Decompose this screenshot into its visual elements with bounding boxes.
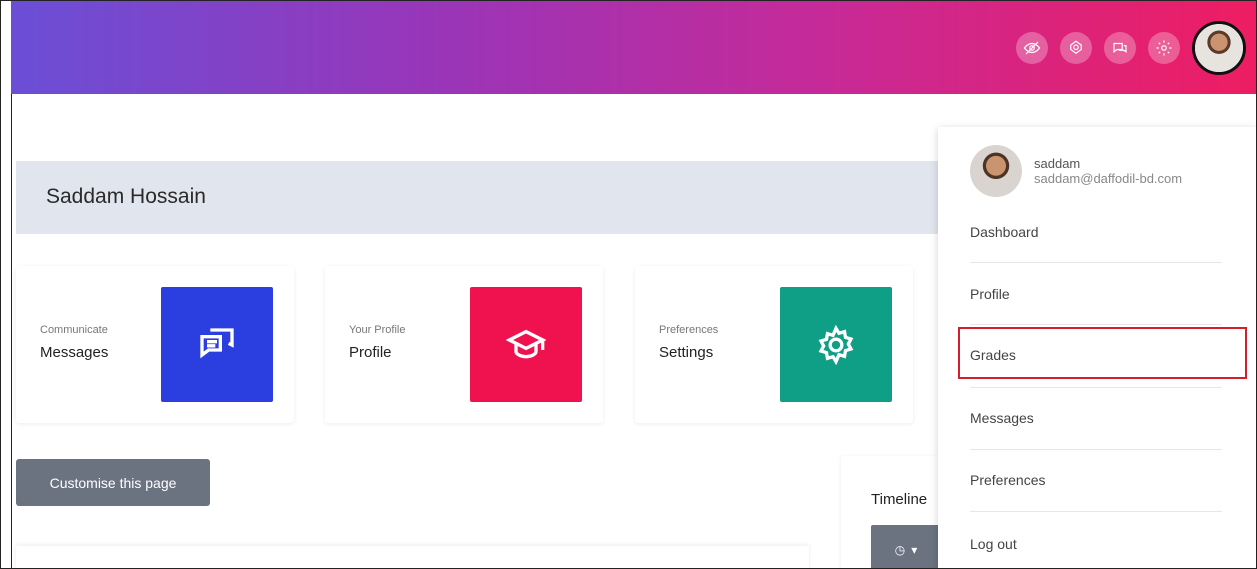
menu-item-profile[interactable]: Profile <box>970 286 1222 302</box>
timeline-title: Timeline <box>871 491 928 508</box>
grades-highlight-box <box>958 327 1247 379</box>
tile-messages[interactable]: Communicate Messages <box>16 266 294 423</box>
user-name: saddam <box>1034 156 1081 171</box>
settings-icon[interactable] <box>1148 32 1180 64</box>
tile-subtitle: Preferences <box>659 324 719 336</box>
menu-item-logout[interactable]: Log out <box>970 536 1222 552</box>
tile-profile[interactable]: Your Profile Profile <box>325 266 603 423</box>
gear-icon <box>780 287 892 402</box>
tile-subtitle: Your Profile <box>349 324 406 336</box>
page-frame: Saddam Hossain Communicate Messages Your… <box>0 0 1257 569</box>
tile-title: Messages <box>40 344 109 361</box>
tile-title: Profile <box>349 344 392 361</box>
tile-title: Settings <box>659 344 714 361</box>
menu-item-messages[interactable]: Messages <box>970 410 1222 426</box>
menu-item-preferences[interactable]: Preferences <box>970 472 1222 488</box>
clock-icon: ◷ <box>894 543 906 557</box>
tile-settings[interactable]: Preferences Settings <box>635 266 913 423</box>
tile-subtitle: Communicate <box>40 324 108 336</box>
timeline-filter-button[interactable]: ◷ ▾ <box>871 525 941 568</box>
divider <box>970 511 1222 512</box>
divider <box>970 387 1222 388</box>
divider <box>970 262 1222 263</box>
menu-item-dashboard[interactable]: Dashboard <box>970 224 1222 240</box>
avatar-image <box>1195 24 1243 72</box>
divider <box>970 324 1222 325</box>
user-avatar-button[interactable] <box>1192 21 1246 75</box>
graduation-cap-icon <box>470 287 582 402</box>
notification-icon[interactable] <box>1060 32 1092 64</box>
divider <box>970 449 1222 450</box>
top-navbar <box>11 1 1256 94</box>
dropdown-user-info: saddam saddam@daffodil-bd.com <box>970 145 1182 197</box>
chat-icon[interactable] <box>1104 32 1136 64</box>
avatar <box>970 145 1022 197</box>
navbar-icons <box>1016 21 1246 75</box>
chat-bubbles-icon <box>161 287 273 402</box>
page-title: Saddam Hossain <box>46 185 206 208</box>
content-card <box>16 546 809 568</box>
user-email: saddam@daffodil-bd.com <box>1034 171 1183 186</box>
eye-off-icon[interactable] <box>1016 32 1048 64</box>
dropdown-caret <box>1183 117 1203 127</box>
page-header: Saddam Hossain <box>16 161 976 234</box>
customise-page-button[interactable]: Customise this page <box>16 459 210 506</box>
chevron-down-icon: ▾ <box>911 543 918 557</box>
left-border <box>11 94 12 568</box>
